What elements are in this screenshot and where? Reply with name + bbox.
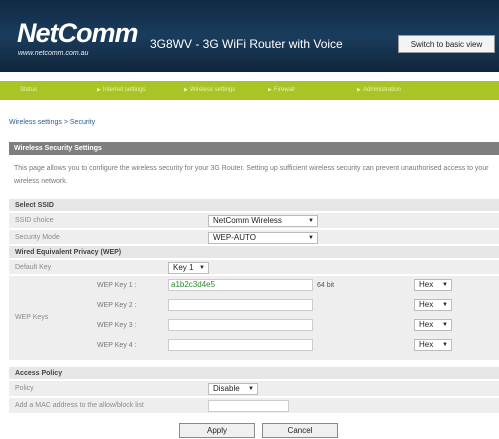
chevron-down-icon: ▼ (308, 235, 314, 241)
chevron-down-icon: ▼ (442, 322, 448, 328)
section-title: Wireless Security Settings (9, 142, 499, 155)
wep-key-3-format-select[interactable]: Hex ▼ (414, 319, 452, 331)
wep-key-1-label: WEP Key 1 : (97, 282, 137, 289)
access-policy-heading-row: Access Policy (9, 367, 499, 380)
wep-key-4-format-select[interactable]: Hex ▼ (414, 339, 452, 351)
arrow-right-icon: ▶ (268, 87, 272, 93)
mac-address-row: Add a MAC address to the allow/block lis… (9, 398, 499, 414)
wep-key-2-label: WEP Key 2 : (97, 302, 137, 309)
default-key-value: Key 1 (173, 263, 194, 272)
netcomm-logo: NetComm (17, 18, 139, 48)
switch-basic-view-button[interactable]: Switch to basic view (398, 35, 495, 53)
cancel-button[interactable]: Cancel (262, 423, 338, 438)
select-ssid-heading-row: Select SSID (9, 199, 499, 212)
nav-item-label: Status (20, 87, 38, 93)
arrow-right-icon: ▶ (97, 87, 101, 93)
policy-value: Disable (213, 384, 240, 393)
wep-key-3-format: Hex (419, 320, 434, 329)
apply-button[interactable]: Apply (179, 423, 255, 438)
security-mode-select[interactable]: WEP-AUTO ▼ (208, 232, 318, 244)
mac-address-label: Add a MAC address to the allow/block lis… (15, 402, 144, 409)
chevron-down-icon: ▼ (442, 342, 448, 348)
wep-key-2-input[interactable] (168, 299, 313, 311)
security-mode-label: Security Mode (15, 234, 60, 241)
wep-key-1-input[interactable]: a1b2c3d4e5 (168, 279, 313, 291)
access-policy-heading: Access Policy (15, 370, 63, 377)
ssid-choice-label: SSID choice (15, 217, 54, 224)
nav-item-wireless-settings[interactable]: ▶ Wireless settings (184, 81, 235, 100)
nav-item-label: Administration (362, 87, 401, 93)
wep-key-1-format-select[interactable]: Hex ▼ (414, 279, 452, 291)
ssid-choice-row: SSID choice NetComm Wireless ▼ (9, 213, 499, 229)
section-description: This page allows you to configure the wi… (14, 165, 489, 185)
chevron-down-icon: ▼ (248, 386, 254, 392)
arrow-right-icon: ▶ (184, 87, 188, 93)
default-key-label: Default Key (15, 264, 52, 271)
wep-key-4-input[interactable] (168, 339, 313, 351)
wep-key-1-bits: 64 bit (317, 282, 335, 289)
wep-heading-row: Wired Equivalent Privacy (WEP) (9, 246, 499, 259)
chevron-down-icon: ▼ (442, 282, 448, 288)
nav-item-status[interactable]: Status (20, 81, 37, 100)
policy-row: Policy Disable ▼ (9, 381, 499, 397)
nav-item-label: Internet settings (102, 87, 146, 93)
chevron-down-icon: ▼ (308, 218, 314, 224)
wep-keys-label: WEP Keys (15, 314, 49, 321)
wep-key-4-label: WEP Key 4 : (97, 342, 137, 349)
policy-label: Policy (15, 385, 34, 392)
page-title: 3G8WV - 3G WiFi Router with Voice (150, 37, 343, 51)
select-ssid-heading: Select SSID (15, 202, 54, 209)
nav-item-label: Wireless settings (189, 87, 236, 93)
wep-key-2-format: Hex (419, 300, 434, 309)
wep-key-1-format: Hex (419, 280, 434, 289)
wep-key-3-input[interactable] (168, 319, 313, 331)
chevron-down-icon: ▼ (199, 265, 205, 271)
mac-address-input[interactable] (208, 400, 289, 412)
main-nav: Status ▶ Internet settings ▶ Wireless sett… (0, 81, 499, 100)
default-key-row: Default Key Key 1 ▼ (9, 260, 499, 275)
ssid-choice-select[interactable]: NetComm Wireless ▼ (208, 215, 318, 227)
arrow-right-icon: ▶ (357, 87, 361, 93)
breadcrumb[interactable]: Wireless settings > Security (9, 119, 95, 126)
security-mode-row: Security Mode WEP-AUTO ▼ (9, 230, 499, 245)
nav-item-firewall[interactable]: ▶ Firewall (268, 81, 295, 100)
security-mode-value: WEP-AUTO (213, 233, 256, 242)
logo-url: www.netcomm.com.au (18, 50, 89, 57)
wep-key-4-format: Hex (419, 340, 434, 349)
nav-item-administration[interactable]: ▶ Administration (357, 81, 401, 100)
chevron-down-icon: ▼ (442, 302, 448, 308)
security-panel: Wireless Security Settings This page all… (9, 142, 499, 439)
wep-key-3-label: WEP Key 3 : (97, 322, 137, 329)
action-row: Apply Cancel (9, 422, 499, 439)
nav-item-label: Firewall (273, 87, 295, 93)
nav-item-internet-settings[interactable]: ▶ Internet settings (97, 81, 146, 100)
ssid-choice-value: NetComm Wireless (213, 216, 282, 225)
wep-heading: Wired Equivalent Privacy (WEP) (15, 249, 122, 256)
policy-select[interactable]: Disable ▼ (208, 383, 258, 395)
app-header: NetComm www.netcomm.com.au 3G8WV - 3G Wi… (0, 0, 499, 72)
wep-keys-row: WEP Keys WEP Key 1 : a1b2c3d4e5 64 bit H… (9, 276, 499, 361)
default-key-select[interactable]: Key 1 ▼ (168, 262, 209, 274)
wep-key-2-format-select[interactable]: Hex ▼ (414, 299, 452, 311)
